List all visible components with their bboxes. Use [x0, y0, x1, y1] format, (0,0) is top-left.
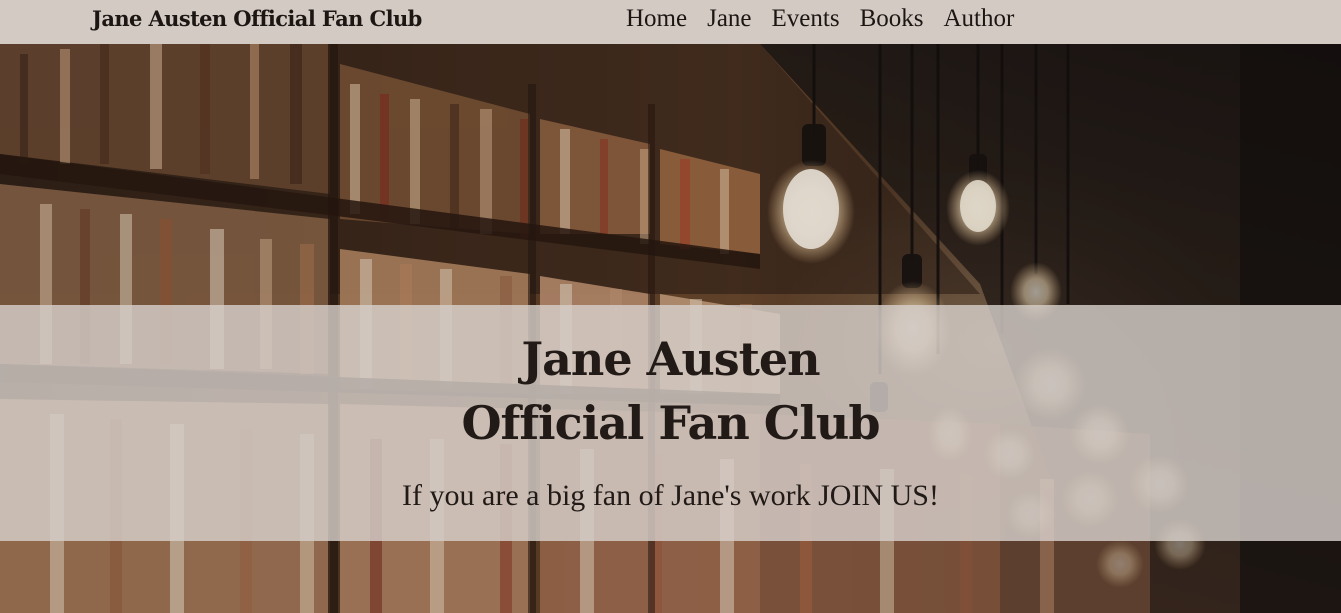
hero-title: Jane Austen Official Fan Club — [0, 327, 1341, 455]
nav-link-books[interactable]: Books — [860, 5, 924, 33]
hero-title-line-2: Official Fan Club — [461, 396, 880, 450]
nav-links: Home Jane Events Books Author — [626, 5, 1014, 33]
nav-link-home[interactable]: Home — [626, 5, 687, 33]
hero-title-line-1: Jane Austen — [521, 332, 820, 386]
nav-link-events[interactable]: Events — [772, 5, 840, 33]
navbar: Jane Austen Official Fan Club Home Jane … — [0, 0, 1341, 44]
brand-link[interactable]: Jane Austen Official Fan Club — [92, 6, 422, 31]
hero-banner: Jane Austen Official Fan Club If you are… — [0, 305, 1341, 541]
nav-link-jane[interactable]: Jane — [707, 5, 751, 33]
nav-link-author[interactable]: Author — [943, 5, 1014, 33]
hero-subtitle: If you are a big fan of Jane's work JOIN… — [402, 479, 939, 512]
